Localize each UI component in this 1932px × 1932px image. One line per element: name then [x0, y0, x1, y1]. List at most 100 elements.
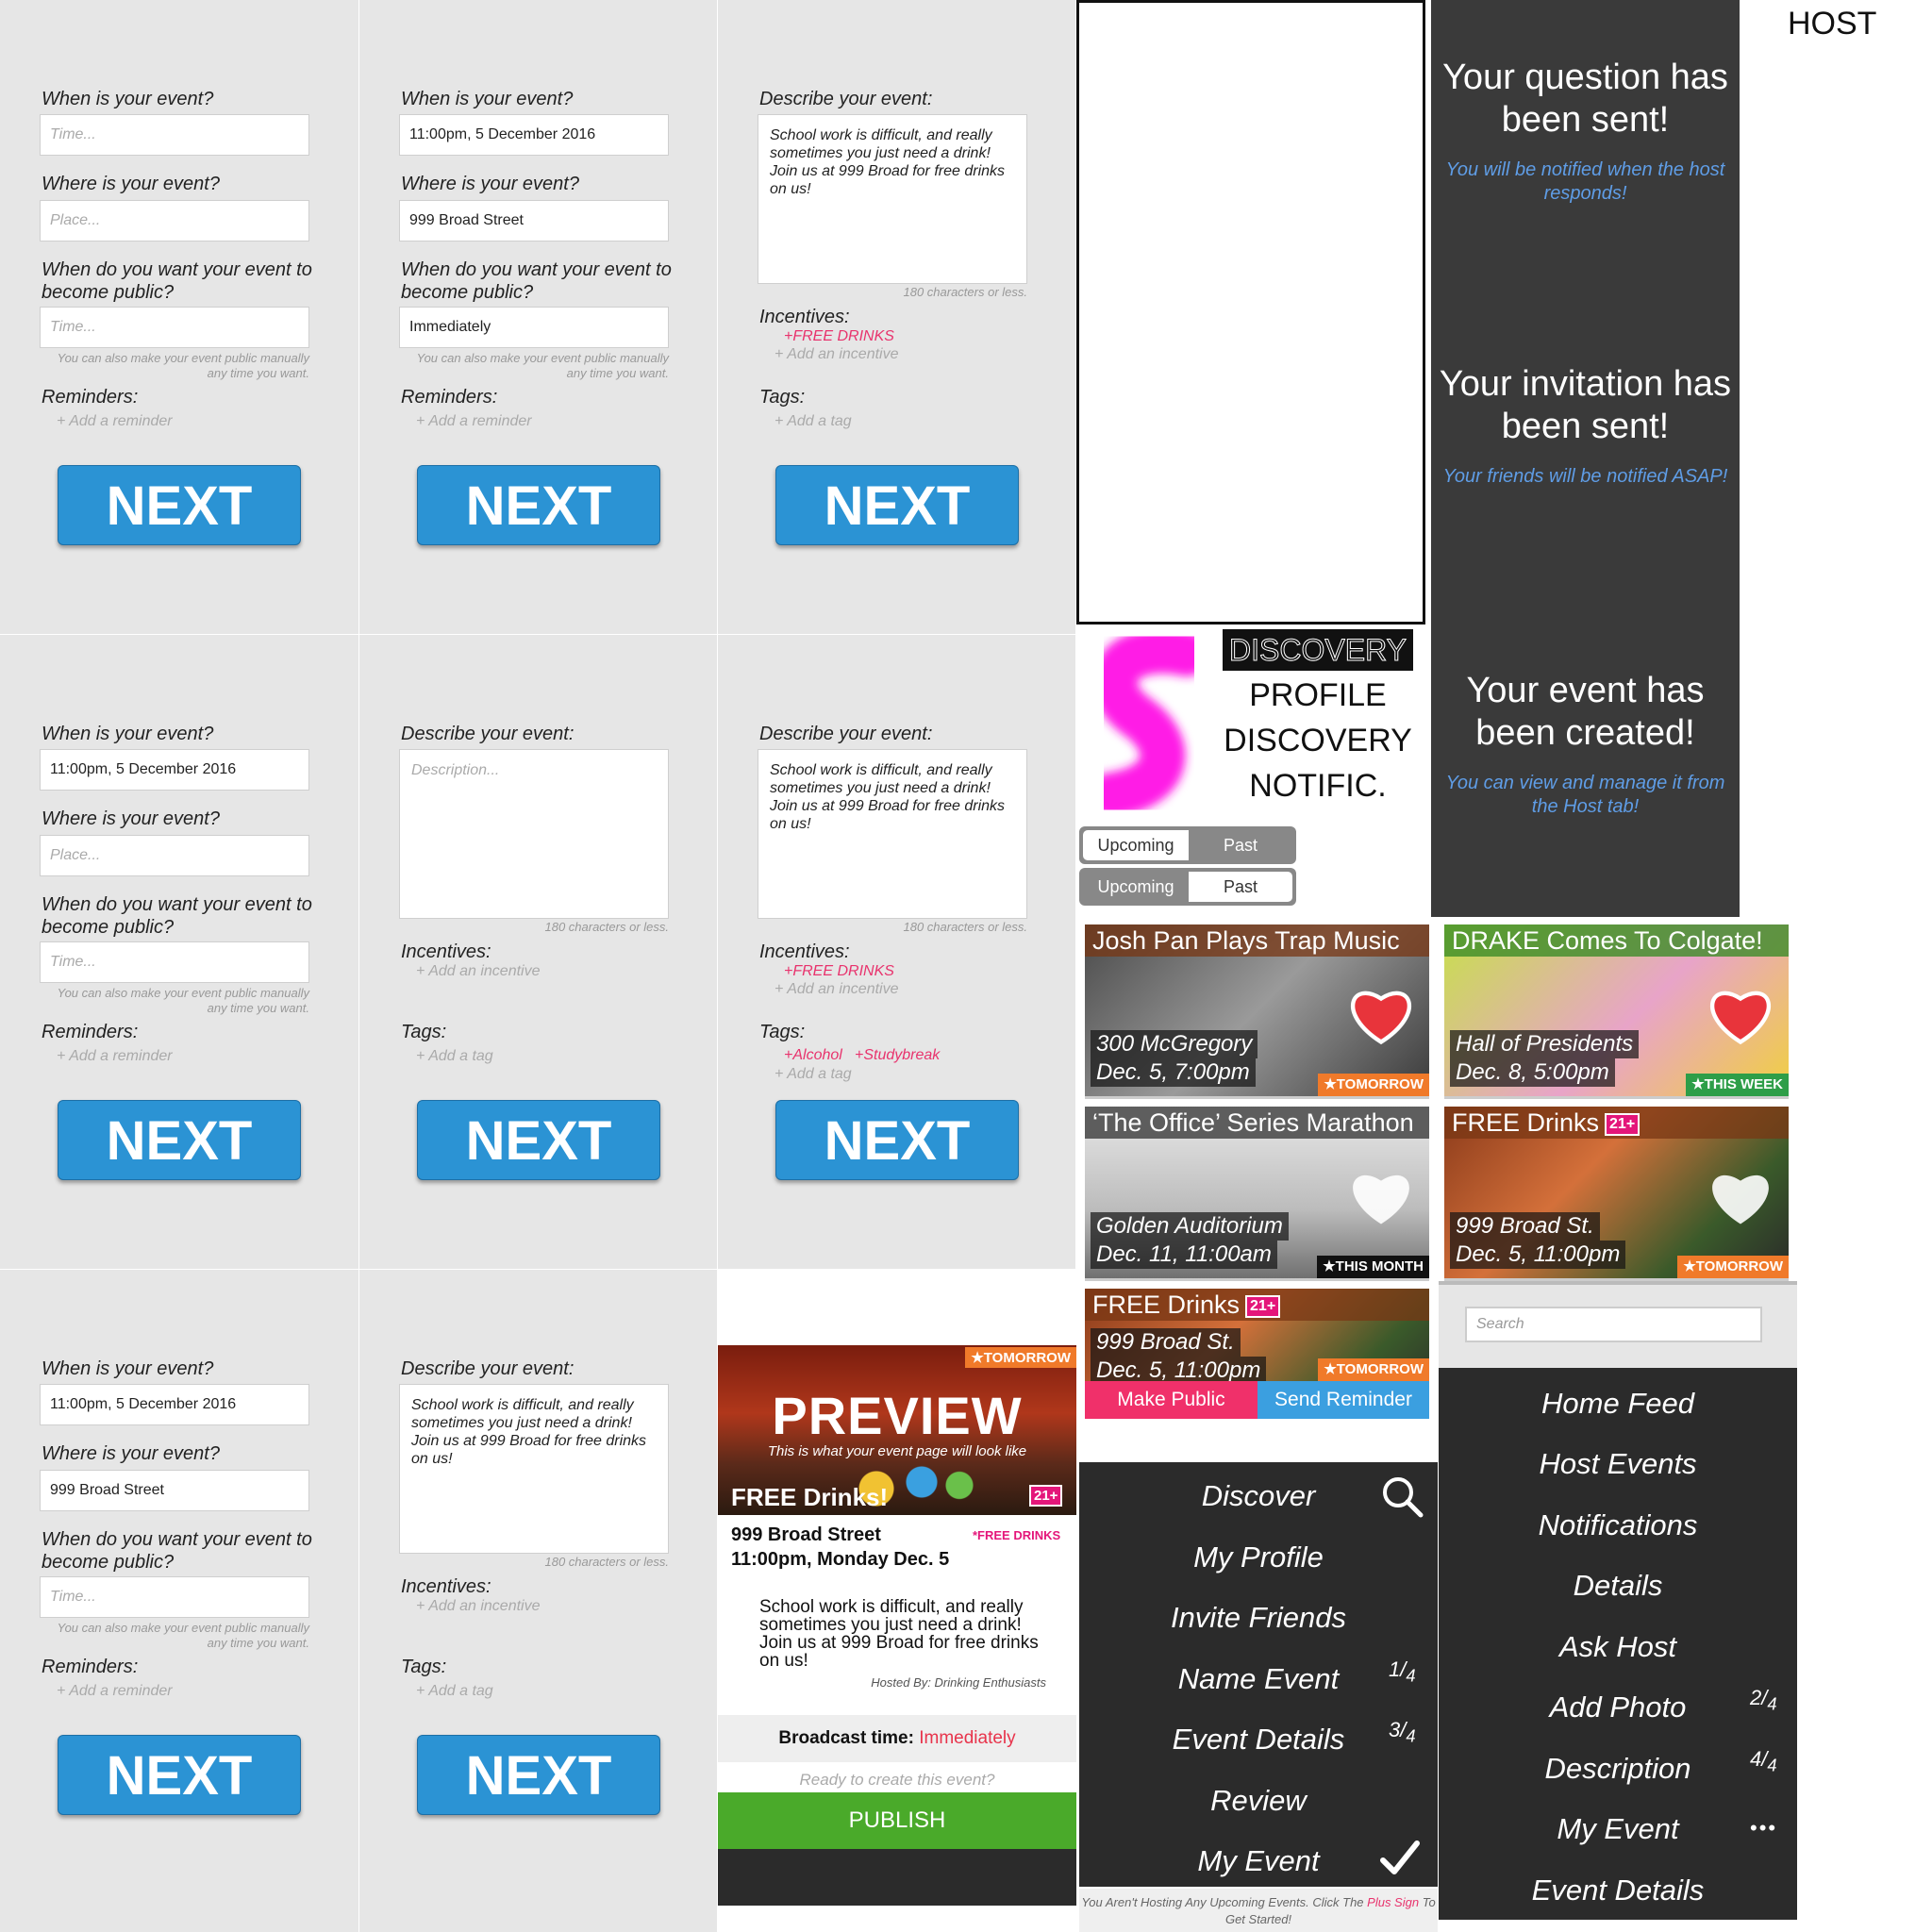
describe-label: Describe your event: — [759, 724, 933, 744]
heart-outline-icon[interactable] — [1348, 1163, 1414, 1229]
menu-item-my-profile[interactable]: My Profile — [1079, 1539, 1438, 1576]
menu-item-ask-host[interactable]: Ask Host — [1439, 1628, 1797, 1666]
time-input[interactable]: Time... — [40, 114, 309, 156]
menu-item-event-details[interactable]: Event Details — [1439, 1872, 1797, 1909]
send-reminder-button[interactable]: Send Reminder — [1257, 1381, 1429, 1419]
add-tag-link[interactable]: + Add a tag — [416, 1683, 493, 1700]
next-button[interactable]: NEXT — [58, 1735, 301, 1815]
preview-incentive: *FREE DRINKS — [973, 1528, 1061, 1542]
public-hint: You can also make your event public manu… — [57, 351, 309, 380]
broadcast-value[interactable]: Immediately — [919, 1728, 1015, 1748]
time-input[interactable]: 11:00pm, 5 December 2016 — [399, 114, 669, 156]
host-label: HOST — [1788, 6, 1877, 42]
event-card-free-drinks[interactable]: FREE Drinks 21+ 999 Broad St. Dec. 5, 11:… — [1444, 1107, 1789, 1281]
description-textarea[interactable]: School work is difficult, and really som… — [758, 114, 1027, 284]
step-denominator: 4 — [1406, 1665, 1416, 1686]
age-21-badge: 21+ — [1245, 1294, 1281, 1318]
time-input[interactable]: 11:00pm, 5 December 2016 — [40, 1384, 309, 1425]
publish-button[interactable]: PUBLISH — [718, 1792, 1076, 1849]
upcoming-past-toggle-1[interactable]: Upcoming Past — [1079, 826, 1296, 864]
plus-sign-link[interactable]: Plus Sign — [1367, 1895, 1419, 1909]
heart-icon[interactable] — [1348, 981, 1414, 1047]
ready-prompt: Ready to create this event? — [799, 1771, 995, 1789]
tag-studybreak[interactable]: +Studybreak — [855, 1047, 940, 1064]
description-textarea[interactable]: School work is difficult, and really som… — [758, 749, 1027, 919]
place-input[interactable]: Place... — [40, 835, 309, 876]
incentive-free-drinks[interactable]: +FREE DRINKS — [784, 963, 894, 980]
add-reminder-link[interactable]: + Add a reminder — [57, 1048, 173, 1065]
event-card-drake[interactable]: DRAKE Comes To Colgate! Hall of Presiden… — [1444, 924, 1789, 1099]
question-sent-sub: You will be notified when the host respo… — [1445, 159, 1725, 204]
description-textarea[interactable]: Description... — [399, 749, 669, 919]
next-button[interactable]: NEXT — [417, 465, 660, 545]
description-textarea[interactable]: School work is difficult, and really som… — [399, 1384, 669, 1554]
time-input[interactable]: 11:00pm, 5 December 2016 — [40, 749, 309, 791]
menu-item-review[interactable]: Review — [1079, 1782, 1438, 1820]
next-button[interactable]: NEXT — [58, 465, 301, 545]
heart-outline-icon[interactable] — [1707, 1163, 1774, 1229]
menu-item-add-photo[interactable]: Add Photo — [1439, 1689, 1797, 1726]
place-input[interactable]: Place... — [40, 200, 309, 242]
card-time: Dec. 5, 11:00pm — [1450, 1241, 1626, 1269]
menu-item-name-event[interactable]: Name Event — [1079, 1660, 1438, 1698]
preview-screen: ★TOMORROW PREVIEW This is what your even… — [718, 1270, 1076, 1906]
public-time-input[interactable]: Time... — [40, 941, 309, 983]
add-incentive-link[interactable]: + Add an incentive — [416, 963, 541, 980]
preview-tomorrow-tag: ★TOMORROW — [965, 1347, 1076, 1368]
add-tag-link[interactable]: + Add a tag — [416, 1048, 493, 1065]
upcoming-past-toggle-2[interactable]: Upcoming Past — [1079, 868, 1296, 906]
step-denominator: 4 — [1406, 1725, 1416, 1746]
past-tab[interactable]: Past — [1189, 830, 1292, 860]
broadcast-row: Broadcast time: Immediately — [718, 1715, 1076, 1762]
public-time-input[interactable]: Time... — [40, 1576, 309, 1618]
add-reminder-link[interactable]: + Add a reminder — [416, 413, 532, 430]
menu-item-home-feed[interactable]: Home Feed — [1439, 1385, 1797, 1423]
public-time-input[interactable]: Immediately — [399, 307, 669, 348]
menu-item-notifications[interactable]: Notifications — [1439, 1507, 1797, 1544]
incentives-label: Incentives: — [401, 941, 491, 962]
step-numerator: 3 — [1389, 1718, 1401, 1741]
add-incentive-link[interactable]: + Add an incentive — [774, 981, 899, 998]
menu-item-host-events[interactable]: Host Events — [1439, 1445, 1797, 1483]
incentive-free-drinks[interactable]: +FREE DRINKS — [784, 328, 894, 345]
card-time: Dec. 8, 5:00pm — [1450, 1058, 1615, 1087]
add-tag-link[interactable]: + Add a tag — [774, 1066, 852, 1083]
search-input[interactable]: Search — [1465, 1307, 1762, 1342]
tag-alcohol[interactable]: +Alcohol — [784, 1047, 842, 1064]
public-time-input[interactable]: Time... — [40, 307, 309, 348]
event-card-office-marathon[interactable]: ‘The Office’ Series Marathon Golden Audi… — [1085, 1107, 1429, 1281]
preview-description: School work is difficult, and really som… — [759, 1597, 1039, 1671]
make-public-button[interactable]: Make Public — [1085, 1381, 1257, 1419]
upcoming-tab[interactable]: Upcoming — [1083, 830, 1189, 860]
next-button[interactable]: NEXT — [417, 1735, 660, 1815]
incentives-label: Incentives: — [759, 941, 850, 962]
place-input[interactable]: 999 Broad Street — [40, 1470, 309, 1511]
add-incentive-link[interactable]: + Add an incentive — [416, 1598, 541, 1615]
menu-item-description[interactable]: Description — [1439, 1750, 1797, 1788]
chars-hint: 180 characters or less. — [903, 920, 1027, 934]
host-event-card[interactable]: FREE Drinks 21+ 999 Broad St. Dec. 5, 11:… — [1085, 1289, 1429, 1419]
heart-icon[interactable] — [1707, 981, 1774, 1047]
more-dots-icon[interactable]: ••• — [1750, 1816, 1777, 1840]
past-tab[interactable]: Past — [1189, 872, 1292, 902]
discovery-line-discovery: DISCOVERY — [1224, 723, 1412, 758]
upcoming-tab[interactable]: Upcoming — [1083, 872, 1189, 902]
event-card-josh-pan[interactable]: Josh Pan Plays Trap Music 300 McGregory … — [1085, 924, 1429, 1099]
menu-item-invite-friends[interactable]: Invite Friends — [1079, 1599, 1438, 1637]
add-incentive-link[interactable]: + Add an incentive — [774, 346, 899, 363]
search-icon[interactable] — [1379, 1474, 1424, 1519]
next-button[interactable]: NEXT — [58, 1100, 301, 1180]
next-button[interactable]: NEXT — [417, 1100, 660, 1180]
next-button[interactable]: NEXT — [775, 465, 1019, 545]
menu-item-details[interactable]: Details — [1439, 1567, 1797, 1605]
add-reminder-link[interactable]: + Add a reminder — [57, 1683, 173, 1700]
when-label: When is your event? — [42, 89, 214, 109]
add-reminder-link[interactable]: + Add a reminder — [57, 413, 173, 430]
next-button[interactable]: NEXT — [775, 1100, 1019, 1180]
where-label: Where is your event? — [401, 174, 579, 194]
place-input[interactable]: 999 Broad Street — [399, 200, 669, 242]
menu-item-event-details[interactable]: Event Details — [1079, 1721, 1438, 1758]
menu-item-my-event[interactable]: My Event — [1439, 1810, 1797, 1848]
preview-subtitle: This is what your event page will look l… — [767, 1443, 1027, 1459]
add-tag-link[interactable]: + Add a tag — [774, 413, 852, 430]
